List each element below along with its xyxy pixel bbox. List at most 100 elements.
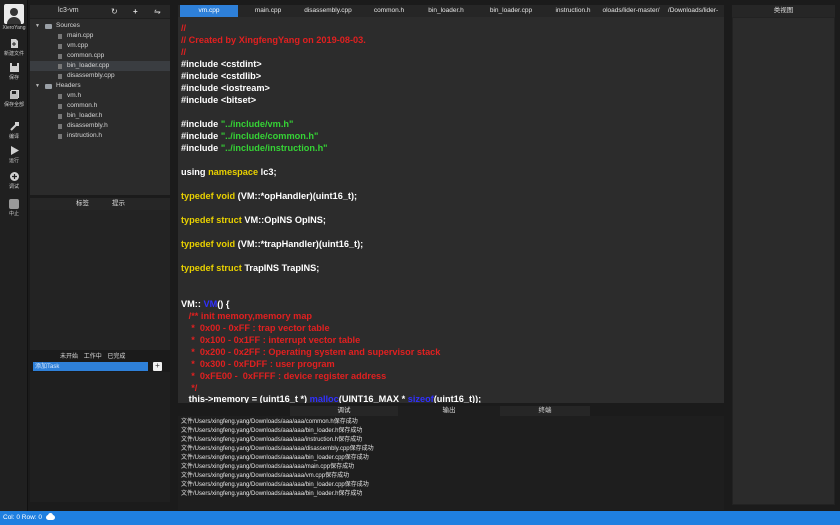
code-token-string: "../include/instruction.h" [220, 143, 328, 153]
code-line: typedef void (VM::*trapHandler)(uint16_t… [181, 238, 363, 250]
avatar[interactable] [4, 4, 24, 24]
tree-folder-label: Headers [56, 82, 81, 89]
chevron-down-icon: ▼ [35, 23, 40, 29]
tab-hints[interactable]: 提示 [112, 198, 125, 210]
code-token: (VM::*trapHandler)(uint16_t); [235, 239, 364, 249]
tab-disassembly-cpp[interactable]: disassembly.cpp [298, 5, 358, 17]
folder-icon [45, 83, 52, 89]
folder-icon [45, 23, 52, 29]
save-icon [9, 62, 20, 73]
code-token: (VM::*opHandler)(uint16_t); [235, 191, 358, 201]
tab-task-done[interactable]: 已完成 [107, 354, 125, 360]
code-token: using [181, 167, 209, 177]
code-token: #include [181, 119, 221, 129]
code-token: (UINT16_MAX * [338, 394, 408, 403]
save-button[interactable]: 保存 [0, 62, 28, 81]
code-line: #include "../include/instruction.h" [181, 142, 328, 154]
code-token: (uint16_t)); [433, 394, 482, 403]
cloud-icon[interactable] [46, 513, 55, 520]
class-view-title: 类视图 [732, 5, 835, 17]
tree-file[interactable]: main.cpp [30, 31, 170, 41]
code-line: * 0xFE00 - 0xFFFF : device register addr… [181, 371, 387, 381]
code-line: /** init memory,memory map [181, 311, 313, 321]
tree-file-label: main.cpp [67, 32, 94, 39]
code-token-function: malloc [309, 394, 339, 403]
stop-label: 中止 [8, 211, 19, 217]
tab-task-todo[interactable]: 未开始 [60, 354, 78, 360]
bookmark-tabs: 标签 提示 [30, 198, 170, 210]
tab-overflow-2[interactable]: /Downloads/lider- [664, 5, 722, 17]
tab-debug[interactable]: 调试 [290, 406, 398, 416]
tab-labels[interactable]: 标签 [76, 198, 89, 210]
tab-bin-loader-h[interactable]: bin_loader.h [420, 5, 472, 17]
new-file-button[interactable]: 新建文件 [0, 38, 28, 57]
tab-common-h[interactable]: common.h [364, 5, 414, 17]
code-token: #include [181, 143, 221, 153]
debug-label: 调试 [8, 184, 19, 190]
tree-file[interactable]: bin_loader.h [30, 111, 170, 121]
save-all-button[interactable]: 保存全部 [0, 89, 28, 108]
tab-main-cpp[interactable]: main.cpp [244, 5, 292, 17]
file-icon [58, 123, 62, 129]
tab-instruction-h[interactable]: instruction.h [548, 5, 598, 17]
code-editor[interactable]: // // Created by XingfengYang on 2019-08… [178, 17, 724, 403]
task-input[interactable] [33, 362, 148, 371]
compile-label: 编译 [8, 134, 19, 140]
file-icon [58, 93, 62, 99]
refresh-icon[interactable]: ↻ [111, 6, 118, 18]
file-icon [58, 53, 62, 59]
tree-file-selected[interactable]: bin_loader.cpp [30, 61, 170, 71]
tree-file-label: vm.cpp [67, 42, 88, 49]
add-file-icon[interactable]: + [133, 6, 138, 18]
tree-file-label: bin_loader.cpp [67, 62, 110, 69]
project-panel: lc3-vm ↻ + ⇋ ▼ Sources main.cpp vm.cpp c… [30, 5, 170, 195]
file-icon [58, 63, 62, 69]
run-button[interactable]: 运行 [0, 145, 28, 164]
bookmark-list [30, 210, 170, 350]
tab-vm-cpp[interactable]: vm.cpp [180, 5, 238, 17]
tab-task-doing[interactable]: 工作中 [84, 354, 102, 360]
tree-file[interactable]: common.h [30, 101, 170, 111]
tree-file[interactable]: instruction.h [30, 131, 170, 141]
code-token-keyword: namespace [208, 167, 259, 177]
tree-file[interactable]: disassembly.h [30, 121, 170, 131]
stop-button[interactable]: 中止 [0, 199, 28, 217]
file-icon [58, 43, 62, 49]
code-line: // [181, 23, 187, 33]
tab-bin-loader-cpp[interactable]: bin_loader.cpp [478, 5, 544, 17]
compile-button[interactable]: 编译 [0, 121, 28, 140]
tree-file[interactable]: vm.h [30, 91, 170, 101]
tab-output[interactable]: 输出 [398, 406, 500, 416]
log-line: 文件/Users/xingfeng.yang/Downloads/aaa/aaa… [181, 482, 369, 488]
code-token: this->memory = (uint16_t *) [181, 394, 310, 403]
code-line: #include <cstdlib> [181, 71, 262, 81]
tab-overflow-1[interactable]: oloads/lider-master/ [602, 5, 660, 17]
tree-file-label: vm.h [67, 92, 82, 99]
debug-icon [9, 171, 20, 182]
code-line: * 0x100 - 0x1FF : interrupt vector table [181, 335, 361, 345]
code-token-keyword: typedef struct [181, 263, 242, 273]
code-line: #include <bitset> [181, 95, 257, 105]
tree-file[interactable]: disassembly.cpp [30, 71, 170, 81]
bottom-tabs: 调试 输出 终端 [290, 406, 590, 416]
editor-tabs: vm.cpp main.cpp disassembly.cpp common.h… [178, 5, 724, 17]
log-line: 文件/Users/xingfeng.yang/Downloads/aaa/aaa… [181, 491, 363, 497]
tree-folder-headers[interactable]: ▼ Headers [30, 81, 170, 91]
user-name: XieroYang [2, 25, 26, 31]
tree-folder-sources[interactable]: ▼ Sources [30, 21, 170, 31]
save-all-label: 保存全部 [3, 102, 24, 108]
tree-file[interactable]: vm.cpp [30, 41, 170, 51]
code-line: * 0x300 - 0xFDFF : user program [181, 359, 335, 369]
file-icon [58, 103, 62, 109]
add-task-button[interactable]: + [153, 362, 162, 371]
code-token-keyword: typedef struct [181, 215, 242, 225]
debug-button[interactable]: 调试 [0, 171, 28, 190]
file-icon [58, 113, 62, 119]
collapse-toggle-icon[interactable]: ⇋ [154, 6, 161, 18]
file-icon [58, 73, 62, 79]
tree-file[interactable]: common.cpp [30, 51, 170, 61]
code-token: VM:: [181, 299, 204, 309]
log-line: 文件/Users/xingfeng.yang/Downloads/aaa/aaa… [181, 437, 363, 443]
save-all-icon [9, 89, 20, 100]
tab-terminal[interactable]: 终端 [500, 406, 590, 416]
